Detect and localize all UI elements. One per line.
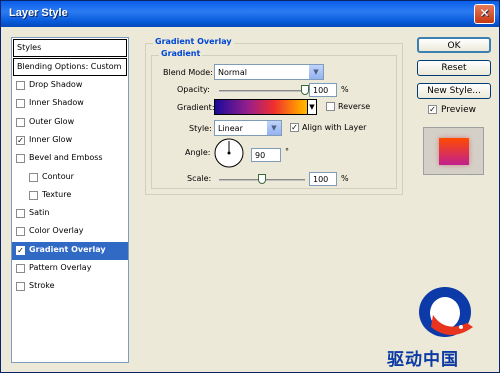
style-item-inner-shadow[interactable]: Inner Shadow [12,95,128,113]
style-item-gradient-overlay[interactable]: ✓ Gradient Overlay [12,241,128,260]
preview-label: Preview [441,105,477,115]
angle-dial[interactable] [213,137,245,169]
angle-label: Angle: [185,148,211,157]
blend-mode-select[interactable]: Normal ▼ [214,64,324,80]
angle-input[interactable]: 90 [251,148,281,162]
gradient-picker-dropdown[interactable]: ▼ [307,99,317,115]
reverse-label: Reverse [338,102,371,111]
style-item-label: Inner Glow [29,134,73,144]
layer-style-dialog: Layer Style ✕ Styles Blending Options: C… [0,0,500,373]
ok-button[interactable]: OK [417,37,491,53]
opacity-percent: % [341,85,349,94]
blending-options-header[interactable]: Blending Options: Custom [13,58,127,76]
blend-mode-label: Blend Mode: [163,68,213,77]
style-item-pattern-overlay[interactable]: Pattern Overlay [12,260,128,278]
style-item-outer-glow[interactable]: Outer Glow [12,114,128,132]
style-item-checkbox[interactable] [16,99,25,109]
style-item-checkbox[interactable] [29,172,38,182]
scale-percent: % [341,174,349,183]
style-item-checkbox[interactable] [16,282,25,292]
chevron-down-icon: ▼ [266,121,281,135]
styles-list: Styles Blending Options: Custom Drop Sha… [11,37,129,363]
style-item-checkbox[interactable]: ✓ [16,245,25,255]
style-item-label: Gradient Overlay [29,244,106,254]
gradient-overlay-panel: Gradient Overlay Gradient Blend Mode: No… [141,35,406,365]
watermark-text: 驱动中国 [387,350,459,370]
style-item-label: Bevel and Emboss [29,153,103,163]
style-item-drop-shadow[interactable]: Drop Shadow [12,77,128,95]
new-style-button[interactable]: New Style... [417,83,491,99]
site-logo-icon [419,287,473,337]
style-item-checkbox[interactable] [16,154,25,164]
styles-header[interactable]: Styles [13,39,127,57]
style-item-checkbox[interactable] [16,209,25,219]
scale-input[interactable]: 100 [309,172,337,186]
style-preview [423,127,484,175]
style-label: Style: [189,124,212,133]
style-item-checkbox[interactable] [16,81,25,90]
preview-checkbox[interactable]: ✓ [428,105,437,114]
reverse-checkbox[interactable] [326,102,335,111]
blend-mode-value: Normal [218,68,247,77]
style-item-inner-glow[interactable]: ✓ Inner Glow [12,132,128,150]
scale-slider-thumb[interactable] [258,174,266,184]
style-item-checkbox[interactable] [16,117,25,127]
opacity-input[interactable]: 100 [309,83,337,97]
close-button[interactable]: ✕ [474,4,495,24]
style-item-bevel-and-emboss[interactable]: Bevel and Emboss [12,150,128,168]
style-item-color-overlay[interactable]: Color Overlay [12,223,128,241]
style-select[interactable]: Linear ▼ [214,120,282,136]
style-item-label: Pattern Overlay [29,263,92,272]
gradient-title: Gradient [159,49,203,58]
style-item-label: Stroke [29,281,55,291]
align-with-layer-checkbox[interactable]: ✓ [290,123,299,132]
style-item-texture[interactable]: Texture [12,187,128,205]
style-item-label: Outer Glow [29,116,75,126]
scale-slider[interactable] [219,174,305,184]
style-item-label: Satin [29,208,50,218]
align-with-layer-label: Align with Layer [302,123,367,132]
gradient-label: Gradient: [177,103,215,112]
scale-label: Scale: [187,174,212,183]
gradient-swatch[interactable] [214,99,314,115]
gradient-overlay-title: Gradient Overlay [153,37,234,46]
title-bar[interactable]: Layer Style ✕ [1,1,499,27]
style-item-label: Texture [42,189,72,199]
window-title: Layer Style [9,7,68,19]
style-value: Linear [218,124,243,133]
style-item-satin[interactable]: Satin [12,205,128,223]
opacity-slider[interactable] [219,85,309,95]
opacity-label: Opacity: [177,85,210,94]
chevron-down-icon: ▼ [308,65,323,79]
style-item-label: Drop Shadow [29,80,83,89]
angle-degree: ° [285,147,289,156]
style-item-label: Contour [42,171,74,181]
style-item-checkbox[interactable] [29,190,38,200]
style-item-stroke[interactable]: Stroke [12,278,128,296]
chevron-down-icon: ▼ [308,100,316,114]
style-item-label: Color Overlay [29,226,84,236]
style-item-checkbox[interactable] [16,227,25,237]
style-item-label: Inner Shadow [29,98,84,108]
style-item-contour[interactable]: Contour [12,169,128,187]
preview-swatch [439,138,469,165]
style-item-checkbox[interactable]: ✓ [16,135,25,145]
opacity-slider-thumb[interactable] [301,85,309,95]
style-item-checkbox[interactable] [16,264,25,273]
reset-button[interactable]: Reset [417,60,491,76]
